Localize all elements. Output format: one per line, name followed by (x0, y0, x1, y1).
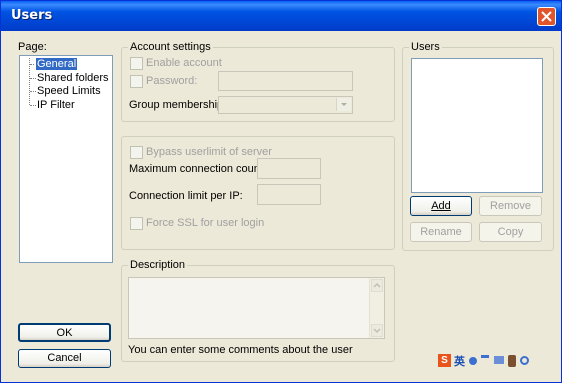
rename-user-label: Rename (420, 226, 462, 238)
add-user-label: Add (431, 200, 451, 212)
tree-connector (30, 105, 36, 106)
ok-label: OK (56, 327, 73, 339)
password-checkbox[interactable] (130, 75, 143, 88)
description-title: Description (128, 259, 188, 271)
chevron-up-icon (373, 282, 381, 288)
ok-button[interactable]: OK (18, 323, 111, 342)
tree-connector (29, 58, 30, 105)
copy-user-button[interactable]: Copy (479, 222, 542, 242)
rename-user-button[interactable]: Rename (410, 222, 472, 242)
window-title: Users (11, 8, 53, 23)
description-textarea[interactable] (128, 277, 385, 339)
description-hint: You can enter some comments about the us… (128, 344, 353, 356)
enable-account-label: Enable account (146, 57, 222, 69)
max-connection-count-field[interactable] (257, 158, 321, 179)
cancel-label: Cancel (47, 352, 82, 364)
add-user-button[interactable]: Add (410, 196, 472, 216)
tree-item-shared-folders[interactable]: Shared folders (37, 72, 109, 84)
combo-button[interactable] (336, 98, 351, 111)
connection-limit-per-ip-field[interactable] (257, 184, 321, 205)
close-icon (541, 11, 552, 22)
bypass-userlimit-checkbox[interactable] (130, 146, 143, 159)
scroll-down-button[interactable] (371, 324, 383, 337)
punctuation-icon[interactable] (481, 355, 489, 358)
password-label: Password: (146, 75, 198, 87)
sogou-logo-icon[interactable]: S (438, 354, 451, 367)
keyboard-icon[interactable] (494, 356, 504, 364)
connection-limit-per-ip-label: Connection limit per IP: (129, 190, 243, 202)
users-title: Users (409, 41, 442, 53)
users-dialog: Users Page: General Shared folders Speed… (0, 0, 562, 383)
chevron-down-icon (373, 328, 381, 334)
force-ssl-checkbox[interactable] (130, 217, 143, 230)
page-label: Page: (18, 41, 47, 53)
bypass-userlimit-label: Bypass userlimit of server (146, 146, 272, 158)
account-settings-title: Account settings (128, 41, 213, 53)
settings-icon[interactable] (520, 356, 529, 365)
enable-account-checkbox[interactable] (130, 57, 143, 70)
tree-connector (30, 78, 36, 79)
tree-item-speed-limits[interactable]: Speed Limits (37, 85, 101, 97)
force-ssl-label: Force SSL for user login (146, 217, 265, 229)
password-field[interactable] (218, 71, 353, 91)
users-list[interactable] (411, 58, 543, 193)
group-membership-select[interactable] (218, 96, 353, 114)
tree-item-general[interactable]: General (34, 57, 79, 71)
tree-connector (30, 91, 36, 92)
ime-language-label[interactable]: 英 (454, 353, 465, 369)
moon-icon[interactable] (469, 357, 477, 365)
group-membership-label: Group membership: (129, 99, 227, 111)
remove-user-label: Remove (490, 200, 531, 212)
scroll-up-button[interactable] (371, 279, 383, 292)
chevron-down-icon (341, 103, 347, 106)
tree-item-ip-filter[interactable]: IP Filter (37, 99, 75, 111)
description-scrollbar[interactable] (369, 278, 384, 338)
page-tree[interactable]: General Shared folders Speed Limits IP F… (19, 55, 113, 263)
remove-user-button[interactable]: Remove (479, 196, 542, 216)
title-bar[interactable]: Users (1, 1, 561, 31)
max-connection-count-label: Maximum connection count: (129, 163, 266, 175)
close-button[interactable] (537, 7, 556, 26)
cancel-button[interactable]: Cancel (18, 349, 111, 368)
skin-icon[interactable] (508, 355, 516, 367)
copy-user-label: Copy (497, 226, 524, 238)
